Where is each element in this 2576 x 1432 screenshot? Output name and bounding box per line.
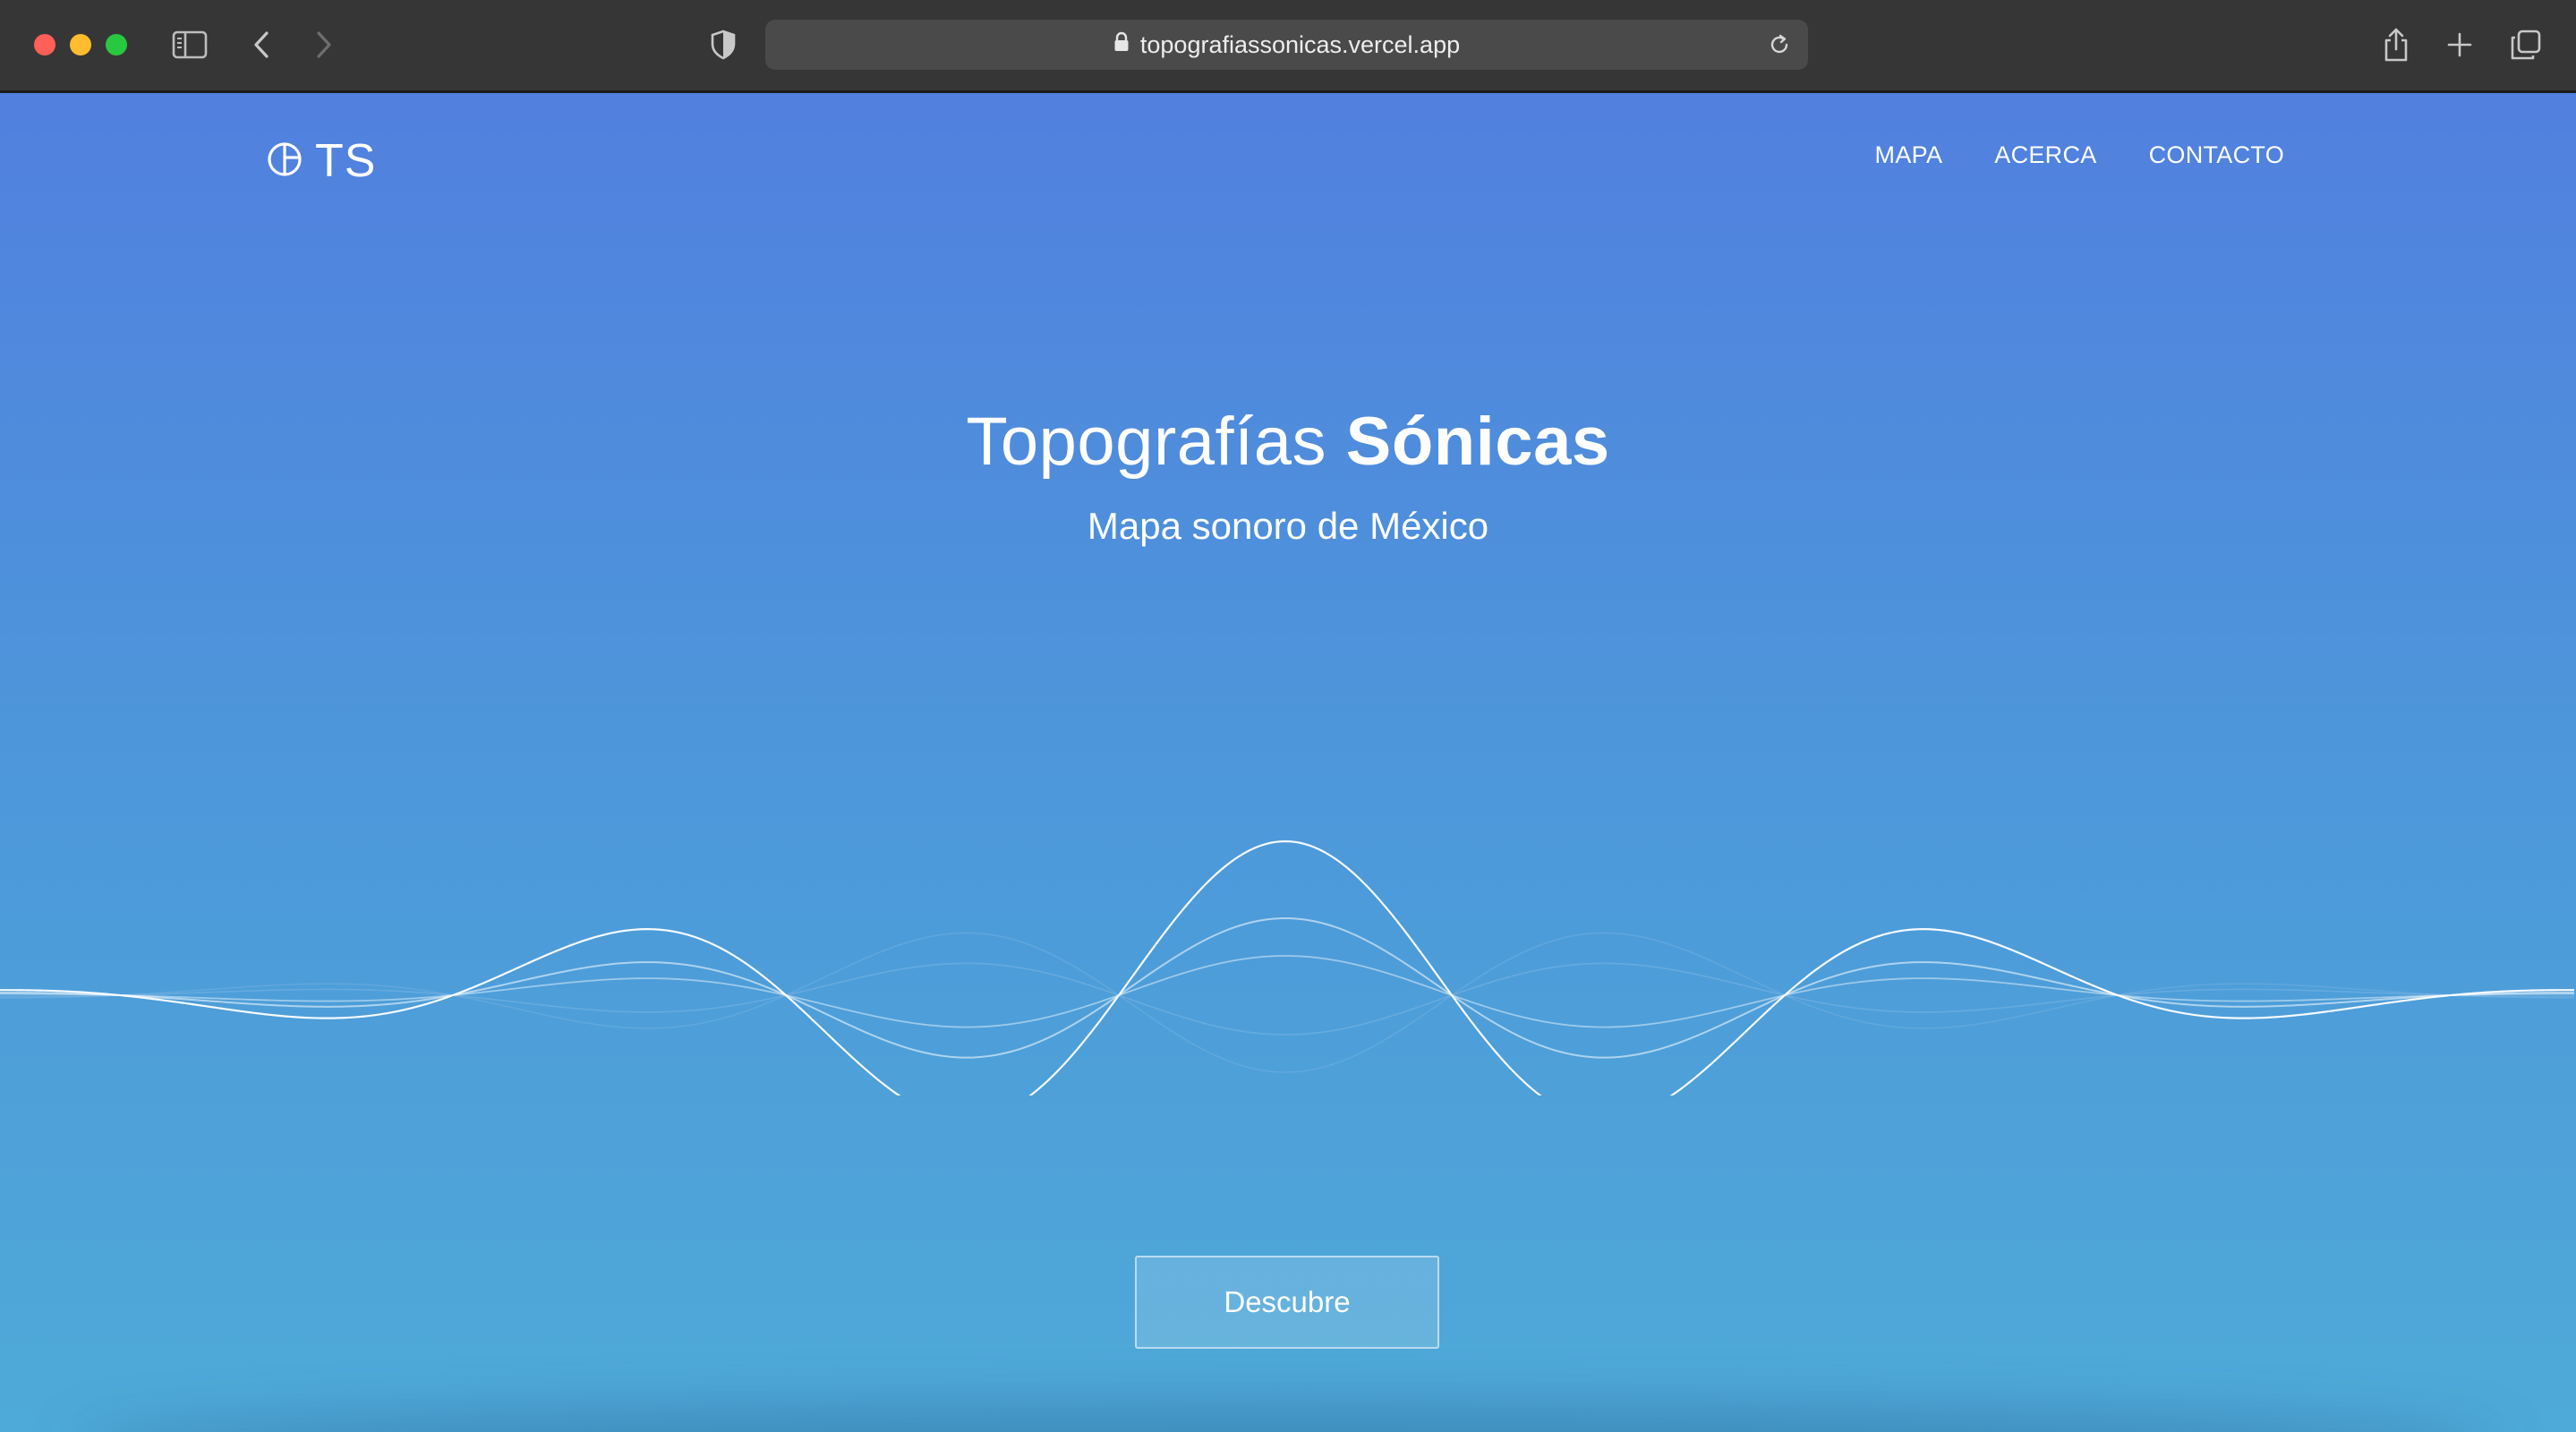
hero-subtitle: Mapa sonoro de México [1087, 505, 1489, 547]
lock-icon [1113, 31, 1130, 59]
tab-overview-icon[interactable] [2506, 25, 2546, 64]
nav-item-mapa[interactable]: MAPA [1875, 141, 1943, 169]
hero-title: Topografías Sónicas [0, 403, 2576, 481]
main-nav: MAPA ACERCA CONTACTO [1875, 141, 2284, 169]
browser-toolbar: topografiassonicas.vercel.app [0, 0, 2576, 92]
privacy-shield-icon[interactable] [704, 25, 743, 64]
close-window-button[interactable] [34, 34, 55, 55]
discover-button[interactable]: Descubre [1135, 1256, 1439, 1349]
logo-text: TS [315, 135, 377, 187]
forward-icon[interactable] [304, 25, 344, 64]
site-logo[interactable]: TS [267, 134, 376, 188]
sound-wave-graphic [0, 840, 2575, 1095]
wave-line-4 [0, 962, 2575, 1036]
web-page: TS MAPA ACERCA CONTACTO Topografías Sóni… [0, 93, 2576, 1432]
nav-item-contacto[interactable]: CONTACTO [2149, 141, 2284, 169]
share-icon[interactable] [2376, 25, 2416, 64]
hero-title-bold: Sónicas [1345, 404, 1610, 480]
globe-logo-icon [267, 141, 303, 182]
wave-line-5 [0, 932, 2575, 1073]
wave-line-1 [0, 840, 2575, 1095]
wave-line-3 [0, 955, 2575, 1028]
back-icon[interactable] [242, 25, 281, 64]
sidebar-toggle-icon[interactable] [170, 25, 209, 64]
wave-line-2 [0, 916, 2575, 1059]
nav-item-acerca[interactable]: ACERCA [1994, 141, 2096, 169]
page-bottom-shadow [72, 1405, 2504, 1432]
url-text: topografiassonicas.vercel.app [1139, 30, 1461, 58]
minimize-window-button[interactable] [70, 34, 91, 55]
reload-icon[interactable] [1763, 29, 1796, 61]
address-bar[interactable]: topografiassonicas.vercel.app [765, 20, 1808, 70]
new-tab-icon[interactable] [2440, 25, 2479, 64]
zoom-window-button[interactable] [106, 34, 127, 55]
hero-title-regular: Topografías [966, 404, 1346, 480]
